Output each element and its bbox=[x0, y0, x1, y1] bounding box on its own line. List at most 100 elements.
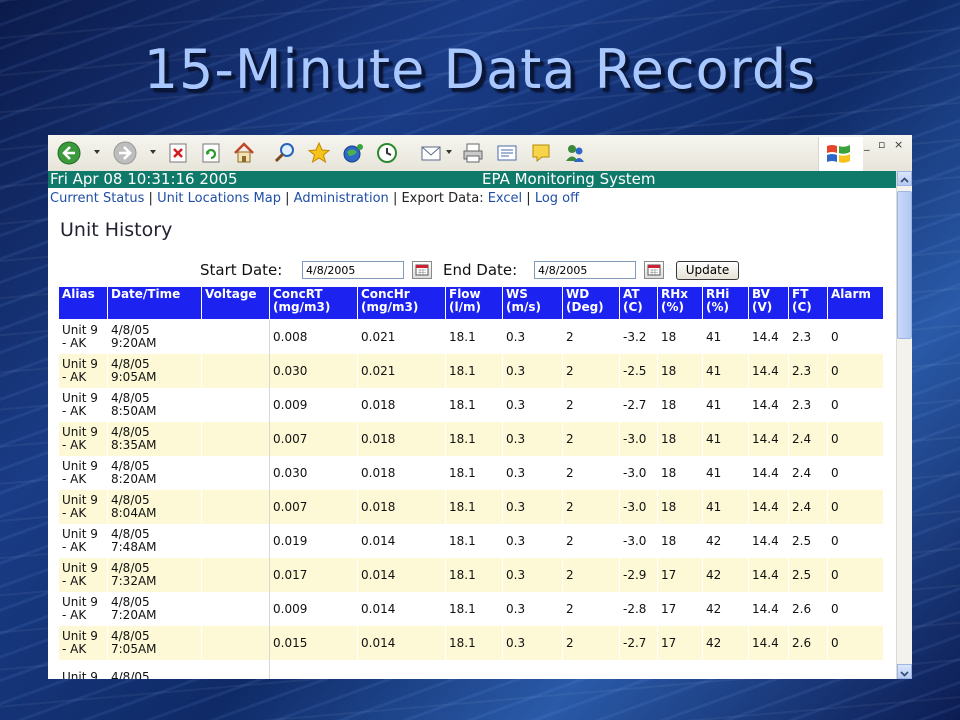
nav-administration[interactable]: Administration bbox=[294, 191, 389, 206]
cell-ws: 0.3 bbox=[502, 354, 563, 388]
cell-rhi-text: 41 bbox=[706, 431, 722, 446]
cell-alarm: 0 bbox=[827, 319, 884, 354]
history-icon[interactable] bbox=[374, 140, 400, 166]
cell-at: -3.2 bbox=[619, 319, 658, 354]
column-header-label: Voltage bbox=[205, 287, 257, 301]
vertical-scrollbar[interactable] bbox=[896, 171, 912, 679]
cell-ws: 0.3 bbox=[502, 456, 563, 490]
favorites-icon[interactable] bbox=[306, 140, 332, 166]
cell-conc-rt-text: 0.008 bbox=[273, 329, 308, 344]
nav-current-status[interactable]: Current Status bbox=[50, 191, 144, 206]
cell-conc-hr-text: 0.014 bbox=[361, 601, 396, 616]
forward-dropdown-icon[interactable] bbox=[150, 150, 156, 154]
scroll-down-icon[interactable] bbox=[897, 664, 912, 679]
cell-wd-text: 2 bbox=[566, 329, 574, 344]
cell-rhi-text: 42 bbox=[706, 533, 722, 548]
cell-date-time: 4/8/05 bbox=[107, 660, 202, 679]
nav-separator: | bbox=[148, 191, 153, 206]
cell-flow-text: 18.1 bbox=[449, 601, 476, 616]
cell-wd: 2 bbox=[562, 626, 620, 660]
cell-flow: 18.1 bbox=[445, 490, 503, 524]
cell-conc-rt-text: 0.009 bbox=[273, 601, 308, 616]
close-button[interactable]: × bbox=[894, 138, 903, 151]
cell-ws-text: 0.3 bbox=[506, 431, 526, 446]
column-header: ConcRT (mg/m3) bbox=[269, 286, 358, 320]
scroll-up-icon[interactable] bbox=[897, 171, 912, 186]
cell-flow: 18.1 bbox=[445, 524, 503, 558]
cell-alarm: 0 bbox=[827, 592, 884, 626]
scroll-thumb[interactable] bbox=[897, 191, 912, 339]
cell-conc-hr-text: 0.018 bbox=[361, 397, 396, 412]
search-icon[interactable] bbox=[272, 140, 298, 166]
nav-unit-locations-map[interactable]: Unit Locations Map bbox=[157, 191, 281, 206]
cell-date-time-text: 7:48AM bbox=[111, 540, 157, 554]
home-icon[interactable] bbox=[231, 140, 257, 166]
discuss-icon[interactable] bbox=[528, 140, 554, 166]
cell-ft: 2.4 bbox=[788, 422, 828, 456]
cell-rhx: 18 bbox=[657, 524, 703, 558]
column-header-unit: (Deg) bbox=[566, 300, 604, 314]
cell-ws: 0.3 bbox=[502, 558, 563, 592]
cell-bv-text: 14.4 bbox=[752, 499, 779, 514]
media-icon[interactable] bbox=[340, 140, 366, 166]
cell-alarm-text: 0 bbox=[831, 499, 839, 514]
cell-rhi: 41 bbox=[702, 422, 749, 456]
cell-conc-rt: 0.007 bbox=[269, 422, 358, 456]
cell-alarm: 0 bbox=[827, 456, 884, 490]
cell-conc-rt: 0.030 bbox=[269, 456, 358, 490]
end-calendar-icon[interactable] bbox=[644, 261, 664, 279]
cell-rhi-text: 42 bbox=[706, 635, 722, 650]
cell-ws-text: 0.3 bbox=[506, 533, 526, 548]
cell-at: -3.0 bbox=[619, 524, 658, 558]
cell-alarm: 0 bbox=[827, 354, 884, 388]
start-calendar-icon[interactable] bbox=[412, 261, 432, 279]
cell-wd-text: 2 bbox=[566, 635, 574, 650]
back-icon[interactable] bbox=[56, 140, 82, 166]
cell-voltage bbox=[201, 592, 270, 626]
cell-alias-text: - AK bbox=[62, 404, 87, 418]
cell-alias-text: - AK bbox=[62, 608, 87, 622]
nav-separator: | bbox=[392, 191, 398, 206]
status-date: Fri Apr 08 10:31:16 2005 bbox=[50, 170, 238, 188]
cell-flow-text: 18.1 bbox=[449, 567, 476, 582]
cell-ws: 0.3 bbox=[502, 626, 563, 660]
table-row: Unit 9- AK 4/8/05 9:20AM 0.008 0.021 18.1 0.3 2… bbox=[58, 319, 884, 354]
cell-ft: 2.5 bbox=[788, 558, 828, 592]
column-header: WD (Deg) bbox=[562, 286, 620, 320]
print-icon[interactable] bbox=[460, 140, 486, 166]
update-button[interactable]: Update bbox=[676, 261, 739, 280]
mail-dropdown-icon[interactable] bbox=[446, 150, 452, 154]
cell-rhx-text: 17 bbox=[661, 601, 677, 616]
start-date-input[interactable]: 4/8/2005 bbox=[302, 261, 404, 279]
cell-wd-text: 2 bbox=[566, 499, 574, 514]
cell-at: -2.7 bbox=[619, 388, 658, 422]
nav-excel[interactable]: Excel bbox=[488, 191, 522, 206]
cell-flow bbox=[445, 660, 503, 679]
messenger-icon[interactable] bbox=[562, 140, 588, 166]
restore-button[interactable]: ▫ bbox=[878, 138, 885, 151]
cell-bv: 14.4 bbox=[748, 388, 789, 422]
refresh-icon[interactable] bbox=[198, 140, 224, 166]
cell-ft: 2.3 bbox=[788, 388, 828, 422]
stop-icon[interactable] bbox=[165, 140, 191, 166]
forward-icon[interactable] bbox=[112, 140, 138, 166]
windows-logo-icon bbox=[818, 137, 863, 171]
end-date-input[interactable]: 4/8/2005 bbox=[534, 261, 636, 279]
cell-flow: 18.1 bbox=[445, 422, 503, 456]
minimize-button[interactable]: _ bbox=[864, 138, 870, 151]
edit-icon[interactable] bbox=[494, 140, 520, 166]
nav-log-off[interactable]: Log off bbox=[535, 191, 579, 206]
cell-ft-text: 2.6 bbox=[792, 635, 812, 650]
column-header: Date/Time bbox=[107, 286, 202, 320]
cell-alias-text: - AK bbox=[62, 642, 87, 656]
mail-icon[interactable] bbox=[418, 140, 444, 166]
cell-flow-text: 18.1 bbox=[449, 363, 476, 378]
cell-alias: Unit 9- AK bbox=[58, 524, 108, 558]
column-header-label: Alarm bbox=[831, 287, 871, 301]
cell-date-time: 4/8/05 9:05AM bbox=[107, 354, 202, 388]
cell-alarm: 0 bbox=[827, 626, 884, 660]
cell-rhx bbox=[657, 660, 703, 679]
back-dropdown-icon[interactable] bbox=[94, 150, 100, 154]
cell-date-time-text: 8:04AM bbox=[111, 506, 157, 520]
cell-flow-text: 18.1 bbox=[449, 499, 476, 514]
